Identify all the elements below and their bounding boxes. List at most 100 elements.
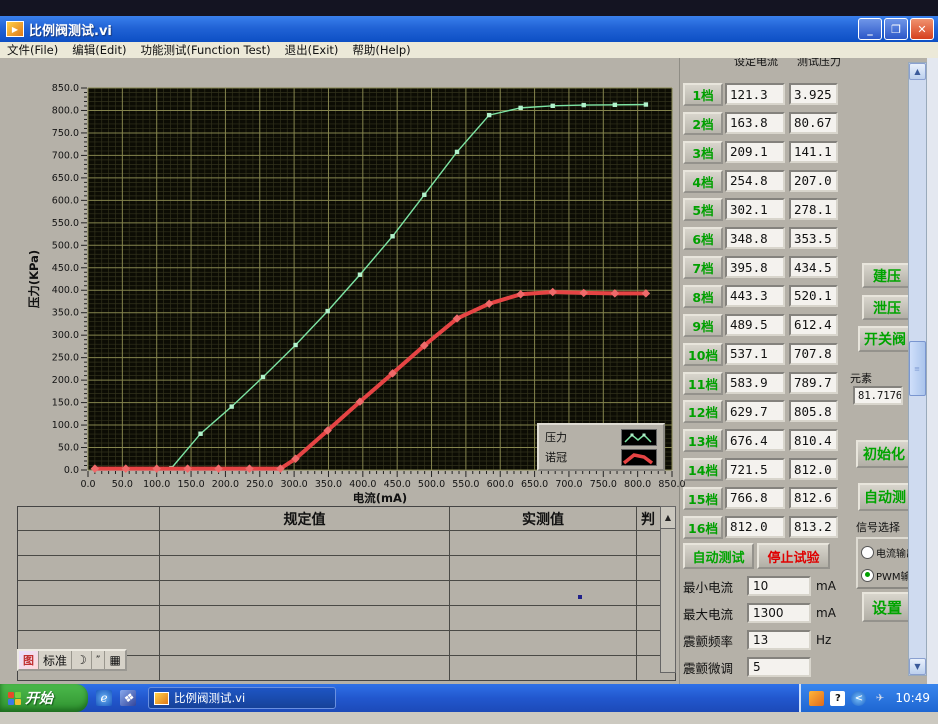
scroll-up-icon: ▲ [914, 67, 920, 76]
tray-user-icon[interactable] [809, 691, 824, 706]
gear-current-value-15[interactable]: 766.8 [725, 487, 785, 509]
scroll-down-button[interactable]: ▼ [909, 658, 926, 675]
gear-pressure-value-10[interactable]: 707.8 [789, 343, 838, 365]
gear-pressure-value-7[interactable]: 434.5 [789, 256, 838, 278]
stop-test-button[interactable]: 停止试验 [757, 543, 830, 569]
scroll-up-button[interactable]: ▲ [909, 63, 926, 80]
gear-current-value-10[interactable]: 537.1 [725, 343, 785, 365]
gear-pressure-value-9[interactable]: 612.4 [789, 314, 838, 336]
gear-current-value-14[interactable]: 721.5 [725, 458, 785, 480]
gear-button-7[interactable]: 7档 [683, 256, 723, 279]
result-table-row-0[interactable] [18, 531, 675, 556]
gear-current-value-8[interactable]: 443.3 [725, 285, 785, 307]
gear-button-4[interactable]: 4档 [683, 170, 723, 193]
gear-button-1[interactable]: 1档 [683, 83, 723, 106]
ime-logo-icon[interactable]: 图 [19, 651, 39, 669]
gear-pressure-value-14[interactable]: 812.0 [789, 458, 838, 480]
scroll-thumb[interactable]: ≡ [909, 341, 926, 396]
field-input-3[interactable]: 5 [747, 657, 811, 677]
gear-pressure-value-8[interactable]: 520.1 [789, 285, 838, 307]
gear-current-value-5[interactable]: 302.1 [725, 198, 785, 220]
gear-button-12[interactable]: 12档 [683, 400, 723, 423]
gear-pressure-value-1[interactable]: 3.925 [789, 83, 838, 105]
build-pressure-button[interactable]: 建压 [862, 263, 912, 288]
result-table-row-2[interactable] [18, 581, 675, 606]
menu-item-0[interactable]: 文件(File) [0, 42, 65, 58]
gear-button-15[interactable]: 15档 [683, 487, 723, 510]
gear-pressure-value-3[interactable]: 141.1 [789, 141, 838, 163]
quicklaunch-icon-2[interactable]: ❖ [120, 690, 136, 706]
gear-current-value-13[interactable]: 676.4 [725, 429, 785, 451]
restore-button[interactable]: ❐ [884, 18, 908, 40]
signal-option-label-1: PWM输出 [876, 568, 912, 583]
gear-button-2[interactable]: 2档 [683, 112, 723, 135]
ime-keyboard-icon[interactable]: ▦ [105, 651, 124, 669]
gear-current-value-6[interactable]: 348.8 [725, 227, 785, 249]
tray-help-icon[interactable]: ? [830, 691, 845, 706]
gear-current-value-3[interactable]: 209.1 [725, 141, 785, 163]
gear-pressure-value-16[interactable]: 813.2 [789, 516, 838, 538]
gear-pressure-value-5[interactable]: 278.1 [789, 198, 838, 220]
gear-button-3[interactable]: 3档 [683, 141, 723, 164]
settings-button[interactable]: 设置 [862, 592, 912, 622]
gear-pressure-value-2[interactable]: 80.67 [789, 112, 838, 134]
release-pressure-button[interactable]: 泄压 [862, 295, 912, 320]
gear-button-16[interactable]: 16档 [683, 516, 723, 539]
menu-item-3[interactable]: 退出(Exit) [278, 42, 346, 58]
gear-current-value-7[interactable]: 395.8 [725, 256, 785, 278]
menu-item-1[interactable]: 编辑(Edit) [65, 42, 133, 58]
gear-pressure-value-15[interactable]: 812.6 [789, 487, 838, 509]
minimize-button[interactable]: _ [858, 18, 882, 40]
ime-bar[interactable]: 图 标准 ☽ ” ▦ [17, 649, 127, 671]
gear-button-14[interactable]: 14档 [683, 458, 723, 481]
auto-measure-button[interactable]: 自动测 [858, 483, 912, 511]
gear-current-value-1[interactable]: 121.3 [725, 83, 785, 105]
gear-pressure-value-4[interactable]: 207.0 [789, 170, 838, 192]
gear-pressure-value-12[interactable]: 805.8 [789, 400, 838, 422]
element-value[interactable]: 81.7176 [853, 386, 903, 405]
field-input-0[interactable]: 10 [747, 576, 811, 596]
menu-item-4[interactable]: 帮助(Help) [345, 42, 417, 58]
taskbar-task-item[interactable]: 比例阀测试.vi [148, 687, 336, 709]
signal-option-0[interactable]: 电流输出 [858, 542, 910, 562]
start-button[interactable]: 开始 [0, 684, 88, 712]
result-table-header-row: 规定值实测值判 [18, 507, 675, 531]
gear-button-5[interactable]: 5档 [683, 198, 723, 221]
gear-button-11[interactable]: 11档 [683, 372, 723, 395]
ime-mode-label[interactable]: 标准 [39, 651, 72, 669]
ime-punct-icon[interactable]: ” [92, 651, 106, 669]
initialize-button[interactable]: 初始化 [856, 440, 912, 468]
result-table-scroll-up[interactable]: ▲ [661, 507, 675, 529]
ie-quicklaunch-icon[interactable]: e [96, 690, 112, 706]
field-input-1[interactable]: 1300 [747, 603, 811, 623]
menu-item-2[interactable]: 功能测试(Function Test) [133, 42, 277, 58]
field-input-2[interactable]: 13 [747, 630, 811, 650]
auto-test-button[interactable]: 自动测试 [683, 543, 754, 569]
result-table-scrollbar[interactable]: ▲ [660, 506, 676, 673]
signal-option-1[interactable]: PWM输出 [858, 565, 910, 585]
switch-valve-button[interactable]: 开关阀 [858, 326, 912, 352]
gear-current-value-16[interactable]: 812.0 [725, 516, 785, 538]
result-table-row-1[interactable] [18, 556, 675, 581]
gear-current-value-12[interactable]: 629.7 [725, 400, 785, 422]
ime-fullhalf-icon[interactable]: ☽ [72, 651, 92, 669]
gear-pressure-value-13[interactable]: 810.4 [789, 429, 838, 451]
gear-pressure-value-6[interactable]: 353.5 [789, 227, 838, 249]
gear-current-value-11[interactable]: 583.9 [725, 372, 785, 394]
tray-device-icon[interactable]: ✈ [872, 691, 887, 706]
result-table-row-3[interactable] [18, 606, 675, 631]
radio-unselected-icon[interactable] [861, 546, 874, 559]
gear-pressure-value-11[interactable]: 789.7 [789, 372, 838, 394]
vertical-scrollbar[interactable]: ▲ ≡ ▼ [908, 62, 927, 676]
close-button[interactable]: ✕ [910, 18, 934, 40]
gear-current-value-2[interactable]: 163.8 [725, 112, 785, 134]
tray-language-icon[interactable]: < [851, 691, 866, 706]
gear-button-9[interactable]: 9档 [683, 314, 723, 337]
gear-current-value-9[interactable]: 489.5 [725, 314, 785, 336]
gear-button-8[interactable]: 8档 [683, 285, 723, 308]
gear-button-6[interactable]: 6档 [683, 227, 723, 250]
gear-button-10[interactable]: 10档 [683, 343, 723, 366]
gear-button-13[interactable]: 13档 [683, 429, 723, 452]
radio-selected-icon[interactable] [861, 569, 874, 582]
gear-current-value-4[interactable]: 254.8 [725, 170, 785, 192]
